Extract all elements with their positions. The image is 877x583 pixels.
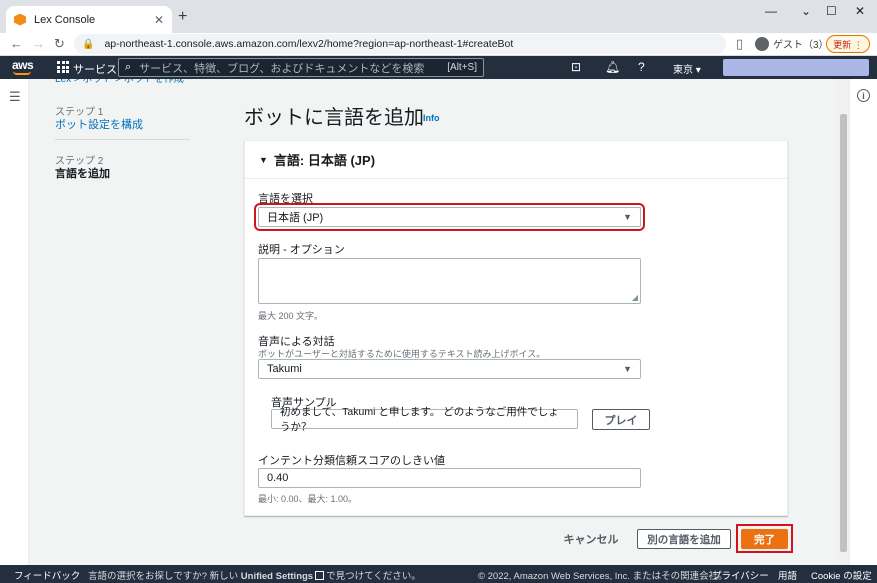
- privacy-link[interactable]: プライバシー: [712, 568, 769, 582]
- url-field[interactable]: 🔒 ap-northeast-1.console.aws.amazon.com/…: [74, 34, 726, 54]
- step1-link[interactable]: ボット設定を構成: [55, 116, 143, 132]
- cancel-button[interactable]: キャンセル: [558, 529, 624, 549]
- copyright: © 2022, Amazon Web Services, Inc. またはその関…: [478, 571, 728, 582]
- footer-lang-prompt: 言語の選択をお探しですか? 新しい: [88, 571, 239, 582]
- panel-title: 言語: 日本語 (JP): [273, 153, 376, 168]
- scrollbar-thumb[interactable]: [840, 114, 847, 552]
- aws-favicon-icon: [14, 13, 26, 26]
- dropdown-arrow-icon: ▼: [623, 212, 632, 222]
- aws-top-nav: aws サービス ⌕ サービス、特徴、ブログ、およびドキュメントなどを検索 [A…: [0, 56, 877, 79]
- aws-search-input[interactable]: ⌕ サービス、特徴、ブログ、およびドキュメントなどを検索 [Alt+S]: [118, 58, 484, 77]
- browser-tab-bar: Lex Console ✕ + — ⌄ ☐ ✕: [0, 0, 877, 33]
- panel-header[interactable]: ▼ 言語: 日本語 (JP): [245, 141, 787, 179]
- add-language-button[interactable]: 別の言語を追加: [637, 529, 731, 549]
- close-window-icon[interactable]: ✕: [855, 4, 865, 18]
- cloudshell-icon[interactable]: ⊡: [571, 60, 581, 74]
- footer-lang-suffix: で見つけてください。: [326, 571, 421, 582]
- help-icon[interactable]: ?: [638, 60, 645, 74]
- language-value: 日本語 (JP): [267, 212, 324, 224]
- done-button[interactable]: 完了: [741, 529, 788, 549]
- tab-title: Lex Console: [34, 13, 96, 26]
- aws-smile-icon: [13, 71, 31, 75]
- language-select[interactable]: 日本語 (JP) ▼: [254, 203, 645, 231]
- avatar-icon: [755, 36, 769, 51]
- description-label: 説明 - オプション: [258, 244, 345, 256]
- caret-down-icon: ▼: [259, 154, 268, 165]
- footer-language-notice: 言語の選択をお探しですか? 新しい Unified Settings で見つけてく…: [88, 568, 421, 582]
- right-rail: i: [849, 79, 877, 565]
- bell-icon[interactable]: 🔔︎: [605, 60, 620, 74]
- search-shortcut: [Alt+S]: [447, 62, 477, 73]
- resize-grip-icon[interactable]: ◢: [632, 293, 638, 302]
- profile-label: ゲスト（3）: [773, 40, 829, 51]
- step-divider: [55, 139, 190, 140]
- play-button[interactable]: プレイ: [592, 409, 650, 430]
- minimize-window-icon[interactable]: —: [765, 4, 777, 18]
- forward-arrow-icon[interactable]: →: [32, 36, 45, 51]
- left-rail: ☰: [0, 79, 29, 565]
- step2-current: 言語を追加: [55, 168, 110, 180]
- threshold-input[interactable]: 0.40: [258, 468, 641, 488]
- account-menu[interactable]: [723, 59, 869, 76]
- voice-sample-input[interactable]: 初めまして、Takumi と申します。 どのようなご用件でしょうか？: [271, 406, 578, 433]
- new-tab-button[interactable]: +: [178, 8, 187, 26]
- browser-tab[interactable]: Lex Console ✕: [6, 6, 172, 33]
- back-arrow-icon[interactable]: ←: [10, 36, 23, 51]
- aws-logo[interactable]: aws: [12, 58, 34, 72]
- description-hint: 最大 200 文字。: [258, 311, 324, 321]
- language-label: 言語を選択: [258, 193, 313, 205]
- maximize-window-icon[interactable]: ☐: [826, 4, 837, 18]
- cookie-settings-link[interactable]: Cookie の設定: [811, 568, 872, 582]
- breadcrumb[interactable]: Lex > ボット > ボットを作成: [55, 79, 184, 86]
- services-menu[interactable]: サービス: [73, 61, 117, 77]
- close-tab-icon[interactable]: ✕: [154, 13, 164, 27]
- info-panel-icon[interactable]: i: [857, 89, 870, 102]
- reload-icon[interactable]: ↻: [54, 36, 65, 52]
- aws-footer: フィードバック 言語の選択をお探しですか? 新しい Unified Settin…: [0, 565, 877, 583]
- unified-settings-link[interactable]: Unified Settings: [241, 571, 313, 582]
- url-text: ap-northeast-1.console.aws.amazon.com/le…: [104, 38, 514, 50]
- voice-select[interactable]: Takumi ▼: [258, 359, 641, 379]
- hamburger-menu-icon[interactable]: ☰: [9, 89, 21, 105]
- lock-icon: 🔒: [82, 38, 95, 50]
- description-textarea[interactable]: ◢: [258, 258, 641, 304]
- region-selector[interactable]: 東京 ▾: [673, 61, 701, 76]
- browser-address-bar: ← → ↻ 🔒 ap-northeast-1.console.aws.amazo…: [0, 33, 877, 56]
- chevron-down-icon[interactable]: ⌄: [801, 4, 811, 18]
- search-icon: ⌕: [125, 61, 132, 73]
- sidebar-icon[interactable]: ▯: [736, 36, 743, 52]
- threshold-label: インテント分類信頼スコアのしきい値: [258, 455, 445, 467]
- voice-value: Takumi: [267, 363, 302, 375]
- feedback-link[interactable]: フィードバック: [14, 568, 80, 582]
- external-link-icon: [315, 571, 325, 580]
- update-button[interactable]: 更新 ⋮: [826, 35, 870, 53]
- profile-button[interactable]: ゲスト（3）: [755, 36, 829, 51]
- search-placeholder: サービス、特徴、ブログ、およびドキュメントなどを検索: [139, 62, 425, 75]
- services-grid-icon[interactable]: [57, 61, 69, 73]
- page-title: ボットに言語を追加: [244, 107, 424, 129]
- threshold-hint: 最小: 0.00、最大: 1.00。: [258, 494, 358, 504]
- info-link[interactable]: Info: [423, 113, 440, 123]
- dropdown-arrow-icon: ▼: [623, 364, 632, 374]
- terms-link[interactable]: 用語: [778, 568, 797, 582]
